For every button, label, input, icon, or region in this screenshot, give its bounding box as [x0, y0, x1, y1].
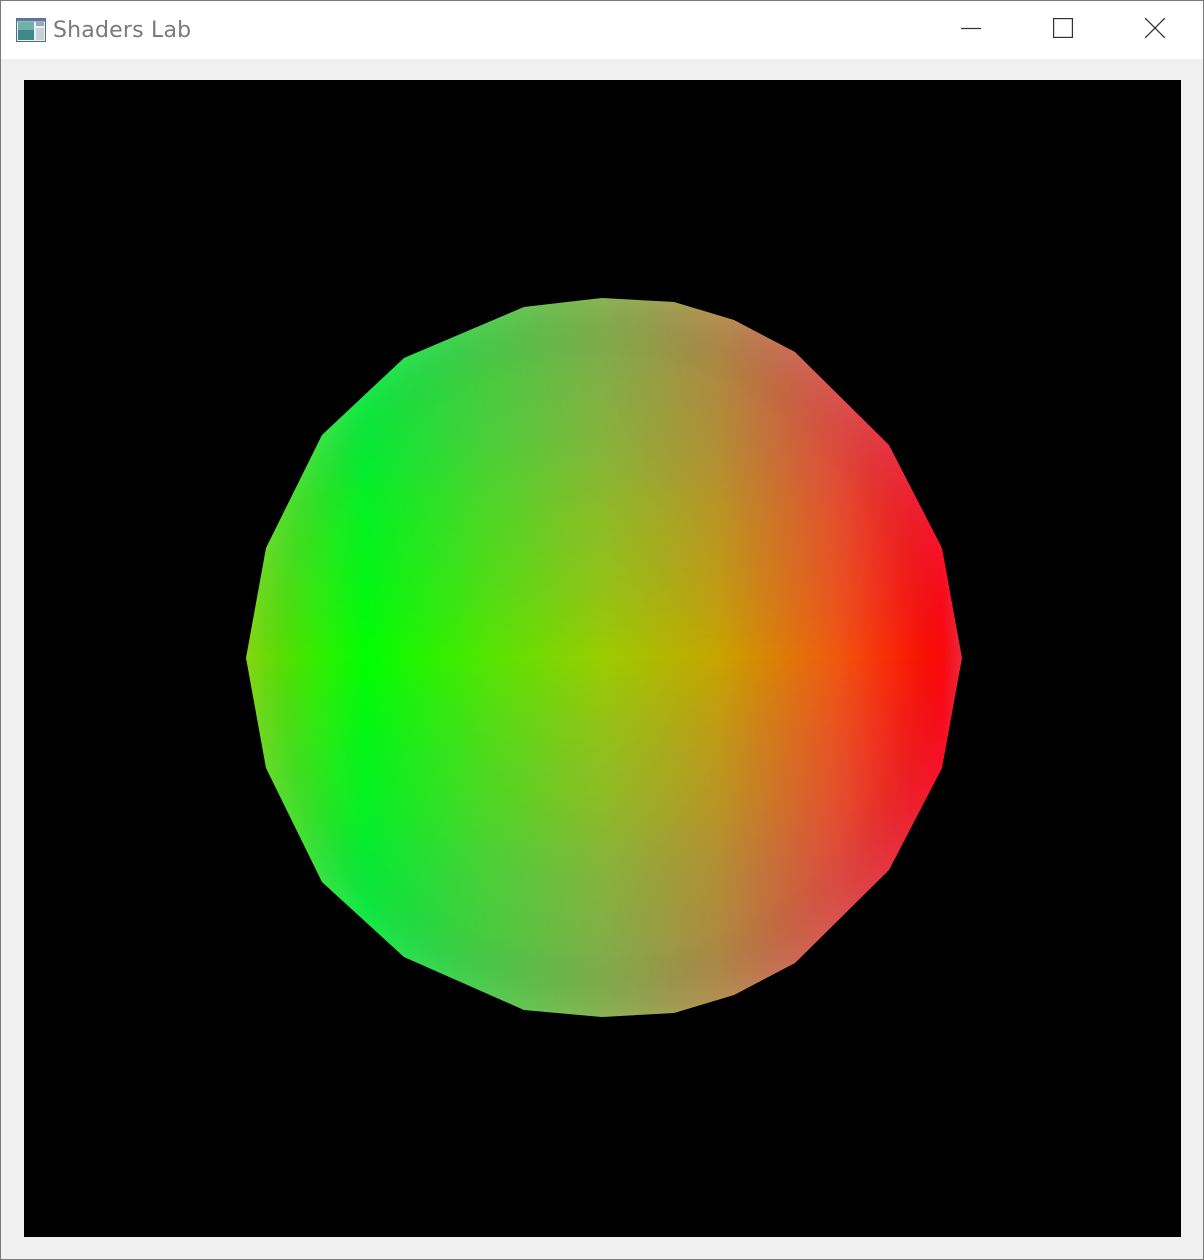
app-window: Shaders Lab — [0, 0, 1204, 1260]
app-window-icon — [16, 18, 46, 42]
minimize-button[interactable] — [925, 1, 1017, 59]
shaded-sphere — [246, 298, 962, 1017]
minimize-icon — [961, 18, 981, 43]
render-viewport[interactable] — [24, 80, 1181, 1237]
maximize-icon — [1053, 17, 1073, 43]
maximize-button[interactable] — [1017, 1, 1109, 59]
close-button[interactable] — [1109, 1, 1201, 59]
title-bar[interactable]: Shaders Lab — [1, 1, 1203, 59]
window-title: Shaders Lab — [53, 18, 192, 43]
close-icon — [1144, 17, 1166, 43]
